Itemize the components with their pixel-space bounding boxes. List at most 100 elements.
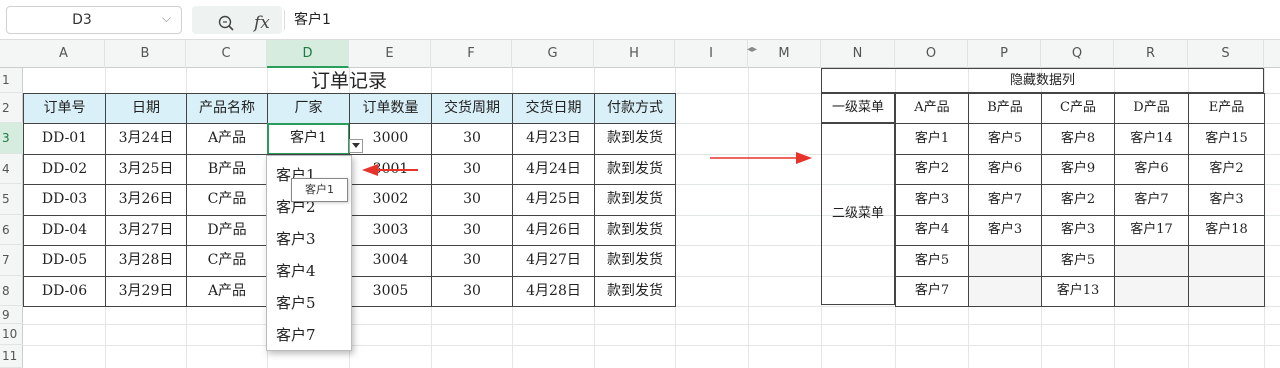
table-cell[interactable]: 4月28日 <box>512 276 595 307</box>
row-header[interactable]: 6 <box>0 215 23 245</box>
table-cell[interactable]: 款到发货 <box>594 215 676 246</box>
formula-input[interactable]: 客户1 <box>290 6 1274 34</box>
table-cell[interactable]: 4月23日 <box>512 123 595 155</box>
hidden-table-cell[interactable]: 客户6 <box>1114 154 1189 185</box>
table-cell[interactable]: C产品 <box>186 245 268 277</box>
hidden-table-cell[interactable]: 客户3 <box>895 184 969 216</box>
dropdown-option[interactable]: 客户4 <box>276 260 316 281</box>
table-header-cell[interactable]: 产品名称 <box>186 93 268 124</box>
chevron-down-icon[interactable]: ⌵ <box>162 11 171 26</box>
dropdown-option[interactable]: 客户3 <box>276 228 316 249</box>
row-header[interactable]: 10 <box>0 324 23 345</box>
hidden-table-title[interactable]: 隐藏数据列 <box>821 68 1264 93</box>
hidden-table-header[interactable]: E产品 <box>1188 93 1265 124</box>
hidden-table-cell[interactable]: 客户5 <box>895 245 969 277</box>
hidden-table-cell[interactable]: 客户5 <box>1041 245 1115 277</box>
hidden-table-cell[interactable] <box>968 245 1042 277</box>
table-cell[interactable]: 30 <box>431 245 513 277</box>
column-header[interactable]: I <box>675 40 748 68</box>
table-cell[interactable]: DD-04 <box>23 215 106 246</box>
table-cell[interactable]: 3月28日 <box>105 245 187 277</box>
table-cell[interactable]: 30 <box>431 154 513 185</box>
table-cell[interactable]: 30 <box>431 276 513 307</box>
column-header[interactable]: S <box>1188 40 1264 68</box>
row-header[interactable]: 1 <box>0 68 23 93</box>
column-header[interactable]: B <box>105 40 186 68</box>
table-cell[interactable]: 4月26日 <box>512 215 595 246</box>
table-cell[interactable]: DD-03 <box>23 184 106 216</box>
column-header[interactable]: G <box>512 40 594 68</box>
hidden-table-cell[interactable]: 客户2 <box>895 154 969 185</box>
table-header-cell[interactable]: 付款方式 <box>594 93 676 124</box>
table-cell[interactable]: C产品 <box>186 184 268 216</box>
column-header[interactable]: C <box>186 40 267 68</box>
row-header[interactable]: 9 <box>0 306 23 324</box>
hidden-table-cell[interactable]: 客户3 <box>1041 215 1115 246</box>
hidden-table-cell[interactable] <box>968 276 1042 307</box>
hidden-table-cell[interactable]: 客户14 <box>1114 123 1189 155</box>
hidden-table-cell[interactable]: 客户5 <box>968 123 1042 155</box>
table-cell[interactable]: DD-02 <box>23 154 106 185</box>
table-cell[interactable]: 3月25日 <box>105 154 187 185</box>
hidden-table-cell[interactable]: 客户13 <box>1041 276 1115 307</box>
function-icon[interactable]: fx <box>254 13 270 33</box>
hidden-table-cell[interactable]: 客户4 <box>895 215 969 246</box>
table-cell[interactable]: B产品 <box>186 154 268 185</box>
hidden-table-cell[interactable]: 客户8 <box>1041 123 1115 155</box>
table-cell[interactable]: DD-06 <box>23 276 106 307</box>
table-cell[interactable]: A产品 <box>186 123 268 155</box>
hidden-columns-marker[interactable]: ◂▸ <box>747 44 757 55</box>
hidden-table-cell[interactable]: 客户6 <box>968 154 1042 185</box>
hidden-table-cell[interactable]: 客户1 <box>895 123 969 155</box>
column-header[interactable]: P <box>968 40 1041 68</box>
column-header[interactable]: M <box>748 40 821 68</box>
table-header-cell[interactable]: 厂家 <box>267 93 350 124</box>
table-cell[interactable]: 4月25日 <box>512 184 595 216</box>
row-header[interactable]: 2 <box>0 93 23 123</box>
name-box[interactable]: D3 ⌵ <box>6 6 182 34</box>
column-header[interactable]: N <box>821 40 895 68</box>
table-header-cell[interactable]: 交货日期 <box>512 93 595 124</box>
table-cell[interactable]: 4月24日 <box>512 154 595 185</box>
table-cell[interactable]: DD-01 <box>23 123 106 155</box>
column-header[interactable]: Q <box>1041 40 1114 68</box>
table-cell[interactable]: 3月24日 <box>105 123 187 155</box>
hidden-table-cell[interactable]: 客户7 <box>1114 184 1189 216</box>
table-cell[interactable]: D产品 <box>186 215 268 246</box>
hidden-table-cell[interactable]: 客户18 <box>1188 215 1265 246</box>
table-header-cell[interactable]: 交货周期 <box>431 93 513 124</box>
zoom-icon[interactable] <box>218 15 234 31</box>
table-cell[interactable]: 款到发货 <box>594 123 676 155</box>
hidden-table-cell[interactable]: 客户2 <box>1041 184 1115 216</box>
table-cell[interactable]: 3004 <box>349 245 432 277</box>
row-header[interactable]: 7 <box>0 245 23 276</box>
table-cell[interactable]: 3月27日 <box>105 215 187 246</box>
column-header[interactable]: D <box>267 40 349 68</box>
hidden-table-cell[interactable]: 客户15 <box>1188 123 1265 155</box>
dropdown-option[interactable]: 客户7 <box>276 324 316 345</box>
hidden-table-cell[interactable]: 客户2 <box>1188 154 1265 185</box>
dropdown-option[interactable]: 客户5 <box>276 292 316 313</box>
table-cell[interactable]: 30 <box>431 123 513 155</box>
hidden-table-cell[interactable]: 客户3 <box>1188 184 1265 216</box>
level1-menu-label[interactable]: 一级菜单 <box>821 93 895 123</box>
hidden-table-header[interactable]: B产品 <box>968 93 1042 124</box>
table-cell[interactable]: 款到发货 <box>594 184 676 216</box>
table-cell[interactable]: DD-05 <box>23 245 106 277</box>
table-cell[interactable]: 款到发货 <box>594 245 676 277</box>
level2-menu-label[interactable]: 二级菜单 <box>821 123 895 305</box>
row-header[interactable]: 3 <box>0 123 23 154</box>
hidden-table-cell[interactable] <box>1188 245 1265 277</box>
table-header-cell[interactable]: 日期 <box>105 93 187 124</box>
hidden-table-cell[interactable]: 客户9 <box>1041 154 1115 185</box>
table-cell[interactable]: 30 <box>431 215 513 246</box>
dropdown-arrow-button[interactable] <box>349 139 363 153</box>
table-cell[interactable]: 3003 <box>349 215 432 246</box>
table-cell[interactable]: 3005 <box>349 276 432 307</box>
table-cell[interactable]: 款到发货 <box>594 276 676 307</box>
table-cell[interactable]: 4月27日 <box>512 245 595 277</box>
table-cell[interactable]: 3月29日 <box>105 276 187 307</box>
row-header[interactable]: 11 <box>0 345 23 368</box>
hidden-table-cell[interactable]: 客户17 <box>1114 215 1189 246</box>
table-header-cell[interactable]: 订单号 <box>23 93 106 124</box>
